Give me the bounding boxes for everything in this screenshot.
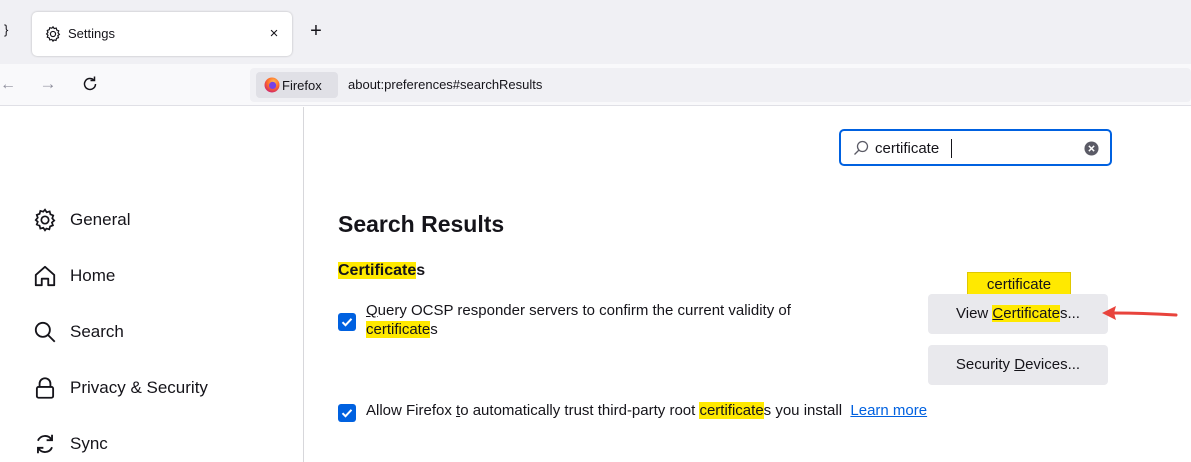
button-label-prefix: View [956,305,993,322]
identity-box[interactable]: Firefox [256,72,338,98]
sidebar-item-label: Privacy & Security [70,378,208,397]
sidebar-divider [303,107,304,462]
navigation-toolbar: ← → Firefox about:preferences#searchResu… [0,64,1191,106]
sidebar-item-search[interactable]: Search [32,317,282,347]
ocsp-label-suffix: s [430,321,438,338]
url-text[interactable]: about:preferences#searchResults [348,77,542,92]
access-key: C [992,305,1004,322]
ocsp-label-text: uery OCSP responder servers to confirm t… [377,302,791,319]
clear-search-icon[interactable] [1084,141,1099,156]
search-value: certificate [875,140,940,157]
sidebar-item-general[interactable]: General [32,205,282,235]
identity-label: Firefox [282,78,322,93]
ocsp-checkbox[interactable] [338,313,356,331]
new-tab-button[interactable]: + [306,20,326,42]
gear-icon [34,208,56,232]
trust-root-certificates-checkbox[interactable] [338,404,356,422]
search-results-heading: Search Results [338,211,505,237]
ocsp-checkbox-label[interactable]: Query OCSP responder servers to confirm … [366,301,886,339]
button-label-suffix: evices... [1025,356,1081,373]
trust-root-certificates-label[interactable]: Allow Firefox to automatically trust thi… [366,402,927,419]
checkmark-icon [341,409,353,418]
checkmark-icon [341,318,353,327]
trust-label-suffix: s you install [763,402,843,419]
annotation-arrow-icon [1102,306,1178,320]
button-label-prefix: Security [955,356,1015,373]
button-label-suffix: s... [1059,305,1080,322]
search-highlight: Certificate [992,305,1060,322]
close-tab-icon[interactable]: × [264,24,284,44]
certificates-section-title: Certificates [338,262,425,280]
search-highlight: Certificate [338,262,417,279]
search-icon [34,321,56,343]
lock-icon [35,377,55,399]
access-key: Q [366,302,378,319]
search-highlight: certificate [699,402,764,419]
access-key: D [1014,356,1026,373]
sidebar-item-label: Home [70,266,116,285]
home-icon [34,265,56,287]
trust-label-text: o automatically trust third-party root [460,402,700,419]
previous-tab-edge[interactable]: } [4,22,14,40]
sync-icon [37,434,53,454]
sidebar-item-label: General [70,210,131,229]
search-input[interactable]: certificate [839,129,1112,166]
section-title-suffix: s [416,262,426,279]
view-certificates-button[interactable]: View Certificates... [928,294,1108,334]
reload-icon[interactable] [80,74,100,94]
text-caret [951,139,952,158]
sidebar-item-label: Search [70,322,124,341]
sidebar-item-sync[interactable]: Sync [32,429,282,459]
tab-title: Settings [68,26,115,41]
trust-label-text: Allow Firefox [366,402,457,419]
sidebar-item-home[interactable]: Home [32,261,282,291]
preferences-content: General Home Search Privacy & Security S… [0,107,1191,462]
button-label-highlight: ertificate [1003,305,1060,322]
tab-strip: } Settings × + [0,0,1191,64]
security-devices-button[interactable]: Security Devices... [928,345,1108,385]
tab-settings[interactable]: Settings × [32,12,292,56]
gear-icon [45,25,61,43]
forward-button[interactable]: → [38,74,58,94]
back-button[interactable]: ← [0,75,16,95]
sidebar-item-privacy-security[interactable]: Privacy & Security [32,373,282,403]
sidebar-item-label: Sync [70,434,108,453]
firefox-logo-icon [264,77,280,93]
search-highlight: certificate [366,321,431,338]
learn-more-link[interactable]: Learn more [850,402,927,419]
search-icon [854,140,869,155]
